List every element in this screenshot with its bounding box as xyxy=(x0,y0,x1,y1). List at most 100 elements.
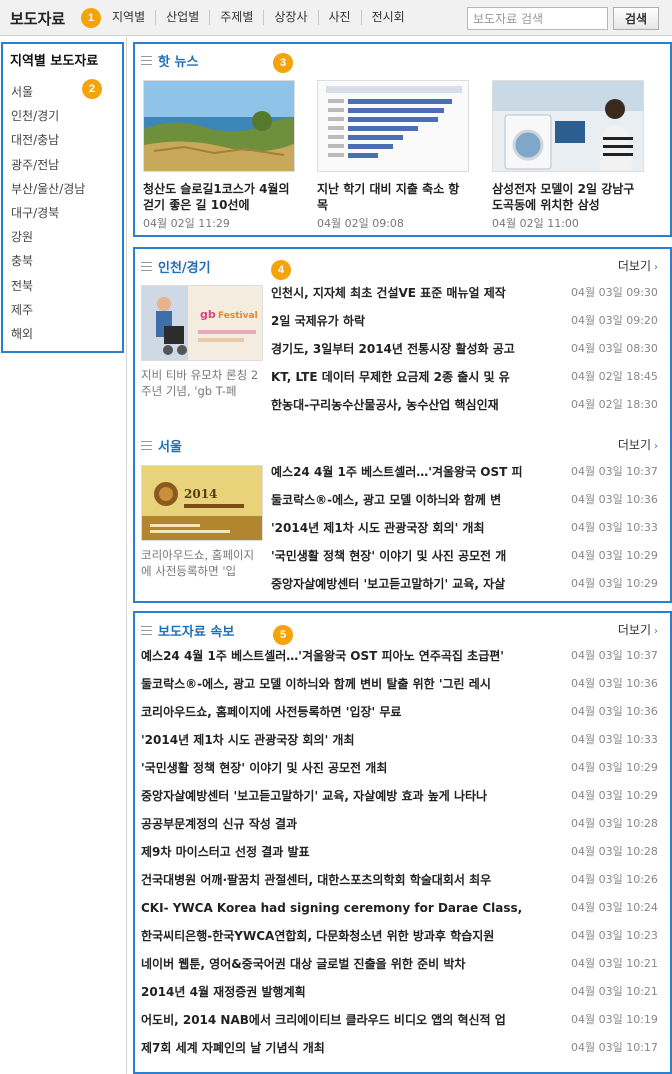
sidebar-item-daejeon-chungnam[interactable]: 대전/충남 xyxy=(11,131,85,155)
news-title[interactable]: 예스24 4월 1주 베스트셀러…'겨울왕국 OST 피 xyxy=(271,464,553,480)
news-title[interactable]: 건국대병원 어깨·팔꿈치 관절센터, 대한스포츠의학회 학술대회서 최우 xyxy=(141,872,551,888)
news-row[interactable]: 제7회 세계 자폐인의 날 기념식 개최 04월 03일 10:17 xyxy=(141,1040,661,1068)
news-date: 04월 03일 09:20 xyxy=(571,314,658,327)
hot-news-card[interactable]: 지난 학기 대비 지출 축소 항목 04월 02일 09:08 xyxy=(317,80,469,231)
seoul-section-title[interactable]: 서울 xyxy=(158,436,182,455)
seoul-thumbnail-card[interactable]: 2014 코리아우드쇼, 홈페이지에 사전등록하면 '입 xyxy=(141,465,263,579)
news-row[interactable]: '2014년 제1차 시도 관광국장 회의' 개최 04월 03일 10:33 xyxy=(141,732,661,760)
bar-chart-infographic-image[interactable] xyxy=(317,80,469,172)
sidebar-item-seoul[interactable]: 서울 xyxy=(11,83,85,107)
hot-news-headline[interactable]: 청산도 슬로길1코스가 4월의 걷기 좋은 길 10선에 xyxy=(143,181,295,213)
news-row[interactable]: 중앙자살예방센터 '보고듣고말하기' 교육, 자살예방 효과 높게 나타나 04월… xyxy=(141,788,661,816)
news-row[interactable]: 예스24 4월 1주 베스트셀러…'겨울왕국 OST 피 04월 03일 10:3… xyxy=(271,464,661,492)
nav-item-listed[interactable]: 상장사 xyxy=(263,10,317,25)
korea-wood-show-image[interactable]: 2014 xyxy=(141,465,263,541)
nav-item-topic[interactable]: 주제별 xyxy=(209,10,263,25)
search-input[interactable] xyxy=(467,7,608,30)
coastal-landscape-image[interactable] xyxy=(143,80,295,172)
breaking-news-list: 예스24 4월 1주 베스트셀러…'겨울왕국 OST 피아노 연주곡집 초급편'… xyxy=(141,648,661,1068)
news-title[interactable]: CKI- YWCA Korea had signing ceremony for… xyxy=(141,900,551,916)
search-button[interactable]: 검색 xyxy=(613,7,659,30)
news-title[interactable]: 2일 국제유가 하락 xyxy=(271,313,553,329)
news-row[interactable]: 네이버 웹툰, 영어&중국어권 대상 글로벌 진출을 위한 준비 박차 04월 0… xyxy=(141,956,661,984)
news-row[interactable]: 경기도, 3일부터 2014년 전통시장 활성화 공고 04월 03일 08:30 xyxy=(271,341,661,369)
annotation-marker-1: 1 xyxy=(81,8,101,28)
news-row[interactable]: '2014년 제1차 시도 관광국장 회의' 개최 04월 03일 10:33 xyxy=(271,520,661,548)
news-row[interactable]: 2일 국제유가 하락 04월 03일 09:20 xyxy=(271,313,661,341)
model-with-washer-image[interactable] xyxy=(492,80,644,172)
news-title[interactable]: 한농대-구리농수산물공사, 농수산업 핵심인재 xyxy=(271,397,553,413)
news-title[interactable]: 한국씨티은행-한국YWCA연합회, 다문화청소년 위한 방과후 학습지원 xyxy=(141,928,551,944)
news-title[interactable]: 공공부문계정의 신규 작성 결과 xyxy=(141,816,551,832)
stroller-festival-image[interactable]: gb Festival xyxy=(141,285,263,361)
news-row[interactable]: 어도비, 2014 NAB에서 크리에이티브 클라우드 비디오 앱의 혁신적 업… xyxy=(141,1012,661,1040)
news-row[interactable]: 공공부문계정의 신규 작성 결과 04월 03일 10:28 xyxy=(141,816,661,844)
news-date: 04월 03일 10:28 xyxy=(571,817,658,830)
incheon-more-link[interactable]: 더보기 › xyxy=(618,257,658,274)
news-title[interactable]: KT, LTE 데이터 무제한 요금제 2종 출시 및 유 xyxy=(271,369,553,385)
sidebar-item-busan-ulsan-gyeongnam[interactable]: 부산/울산/경남 xyxy=(11,180,85,204)
nav-item-region[interactable]: 지역별 xyxy=(102,10,155,25)
svg-text:gb: gb xyxy=(200,308,216,321)
news-title[interactable]: 둘코락스®-에스, 광고 모델 이하늬와 함께 변비 탈출 위한 '그린 레시 xyxy=(141,676,551,692)
thumbnail-caption[interactable]: 지비 티바 유모차 론칭 2주년 기념, 'gb T-페 xyxy=(141,367,263,399)
news-date: 04월 02일 18:30 xyxy=(571,398,658,411)
seoul-section-heading: 서울 xyxy=(141,436,182,455)
sidebar-item-incheon-gyeonggi[interactable]: 인천/경기 xyxy=(11,107,85,131)
news-title[interactable]: 코리아우드쇼, 홈페이지에 사전등록하면 '입장' 무료 xyxy=(141,704,551,720)
incheon-section-title[interactable]: 인천/경기 xyxy=(158,257,211,276)
news-date: 04월 03일 10:19 xyxy=(571,1013,658,1026)
hot-news-headline[interactable]: 지난 학기 대비 지출 축소 항목 xyxy=(317,181,469,213)
hot-news-headline[interactable]: 삼성전자 모델이 2일 강남구 도곡동에 위치한 삼성 xyxy=(492,181,644,213)
news-row[interactable]: 둘코락스®-에스, 광고 모델 이하늬와 함께 변비 탈출 위한 '그린 레시 0… xyxy=(141,676,661,704)
news-row[interactable]: 2014년 4월 재정증권 발행계획 04월 03일 10:21 xyxy=(141,984,661,1012)
hot-news-card[interactable]: 청산도 슬로길1코스가 4월의 걷기 좋은 길 10선에 04월 02일 11:… xyxy=(143,80,295,231)
news-row[interactable]: 한국씨티은행-한국YWCA연합회, 다문화청소년 위한 방과후 학습지원 04월 … xyxy=(141,928,661,956)
sidebar-item-gwangju-jeonnam[interactable]: 광주/전남 xyxy=(11,156,85,180)
news-row[interactable]: 중앙자살예방센터 '보고듣고말하기' 교육, 자살 04월 03일 10:29 xyxy=(271,576,661,604)
sidebar-item-jeju[interactable]: 제주 xyxy=(11,301,85,325)
sidebar-item-daegu-gyeongbuk[interactable]: 대구/경북 xyxy=(11,204,85,228)
news-title[interactable]: 둘코락스®-에스, 광고 모델 이하늬와 함께 변 xyxy=(271,492,553,508)
nav-item-photo[interactable]: 사진 xyxy=(317,10,361,25)
news-title[interactable]: 2014년 4월 재정증권 발행계획 xyxy=(141,984,551,1000)
news-title[interactable]: 중앙자살예방센터 '보고듣고말하기' 교육, 자살예방 효과 높게 나타나 xyxy=(141,788,551,804)
news-title[interactable]: 중앙자살예방센터 '보고듣고말하기' 교육, 자살 xyxy=(271,576,553,592)
thumbnail-caption[interactable]: 코리아우드쇼, 홈페이지에 사전등록하면 '입 xyxy=(141,547,263,579)
news-title[interactable]: '국민생활 정책 현장' 이야기 및 사진 공모전 개최 xyxy=(141,760,551,776)
sidebar-item-chungbuk[interactable]: 충북 xyxy=(11,252,85,276)
breaking-section-title[interactable]: 보도자료 속보 xyxy=(158,621,234,640)
nav-item-exhibition[interactable]: 전시회 xyxy=(360,10,415,25)
news-row[interactable]: CKI- YWCA Korea had signing ceremony for… xyxy=(141,900,661,928)
incheon-thumbnail-card[interactable]: gb Festival 지비 티바 유모차 론칭 2주년 기념, 'gb T-페 xyxy=(141,285,263,399)
hot-news-card[interactable]: 삼성전자 모델이 2일 강남구 도곡동에 위치한 삼성 04월 02일 11:0… xyxy=(492,80,644,231)
news-row[interactable]: 코리아우드쇼, 홈페이지에 사전등록하면 '입장' 무료 04월 03일 10:3… xyxy=(141,704,661,732)
breaking-more-link[interactable]: 더보기 › xyxy=(618,621,658,638)
news-row[interactable]: 건국대병원 어깨·팔꿈치 관절센터, 대한스포츠의학회 학술대회서 최우 04월 … xyxy=(141,872,661,900)
news-row[interactable]: KT, LTE 데이터 무제한 요금제 2종 출시 및 유 04월 02일 18:… xyxy=(271,369,661,397)
news-row[interactable]: 인천시, 지자체 최초 건설VE 표준 매뉴얼 제작 04월 03일 09:30 xyxy=(271,285,661,313)
sidebar-item-overseas[interactable]: 해외 xyxy=(11,325,85,349)
news-row[interactable]: '국민생활 정책 현장' 이야기 및 사진 공모전 개최 04월 03일 10:2… xyxy=(141,760,661,788)
news-title[interactable]: '국민생활 정책 현장' 이야기 및 사진 공모전 개 xyxy=(271,548,553,564)
news-title[interactable]: 경기도, 3일부터 2014년 전통시장 활성화 공고 xyxy=(271,341,553,357)
news-title[interactable]: 제7회 세계 자폐인의 날 기념식 개최 xyxy=(141,1040,551,1056)
news-row[interactable]: 예스24 4월 1주 베스트셀러…'겨울왕국 OST 피아노 연주곡집 초급편'… xyxy=(141,648,661,676)
news-title[interactable]: 예스24 4월 1주 베스트셀러…'겨울왕국 OST 피아노 연주곡집 초급편' xyxy=(141,648,551,664)
news-title[interactable]: 네이버 웹툰, 영어&중국어권 대상 글로벌 진출을 위한 준비 박차 xyxy=(141,956,551,972)
news-row[interactable]: 둘코락스®-에스, 광고 모델 이하늬와 함께 변 04월 03일 10:36 xyxy=(271,492,661,520)
sidebar-item-gangwon[interactable]: 강원 xyxy=(11,228,85,252)
news-title[interactable]: 인천시, 지자체 최초 건설VE 표준 매뉴얼 제작 xyxy=(271,285,553,301)
site-brand[interactable]: 보도자료 xyxy=(10,8,65,29)
sidebar-item-jeonbuk[interactable]: 전북 xyxy=(11,277,85,301)
svg-text:2014: 2014 xyxy=(184,487,217,501)
news-title[interactable]: 어도비, 2014 NAB에서 크리에이티브 클라우드 비디오 앱의 혁신적 업 xyxy=(141,1012,551,1028)
news-title[interactable]: '2014년 제1차 시도 관광국장 회의' 개최 xyxy=(141,732,551,748)
news-row[interactable]: 제9차 마이스터고 선정 결과 발표 04월 03일 10:28 xyxy=(141,844,661,872)
news-title[interactable]: 제9차 마이스터고 선정 결과 발표 xyxy=(141,844,551,860)
seoul-more-link[interactable]: 더보기 › xyxy=(618,436,658,453)
news-title[interactable]: '2014년 제1차 시도 관광국장 회의' 개최 xyxy=(271,520,553,536)
nav-item-industry[interactable]: 산업별 xyxy=(155,10,209,25)
news-row[interactable]: '국민생활 정책 현장' 이야기 및 사진 공모전 개 04월 03일 10:29 xyxy=(271,548,661,576)
news-row[interactable]: 한농대-구리농수산물공사, 농수산업 핵심인재 04월 02일 18:30 xyxy=(271,397,661,425)
